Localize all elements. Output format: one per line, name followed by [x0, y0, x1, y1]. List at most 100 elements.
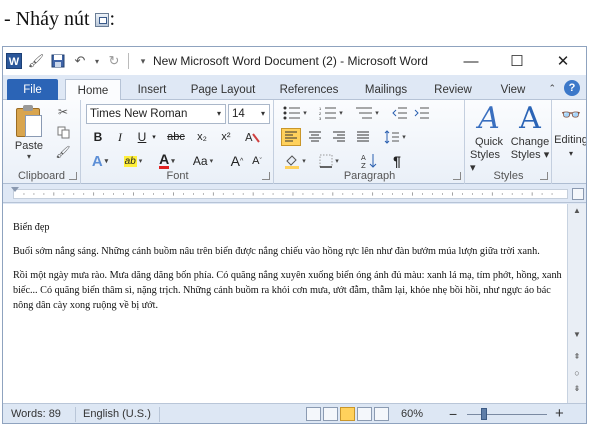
indent-marker-icon[interactable]: [11, 187, 19, 192]
language-indicator[interactable]: English (U.S.): [83, 408, 151, 420]
tab-references[interactable]: References: [271, 79, 347, 100]
align-right-button[interactable]: [329, 128, 349, 146]
sort-icon[interactable]: AZ: [359, 152, 379, 170]
show-formatting-button[interactable]: ¶: [387, 152, 407, 170]
align-center-button[interactable]: [305, 128, 325, 146]
paste-dropdown-icon[interactable]: ▾: [27, 152, 31, 161]
font-size-combo[interactable]: 14 ▾: [228, 104, 270, 124]
tab-insert[interactable]: Insert: [127, 79, 177, 100]
tab-review[interactable]: Review: [427, 79, 479, 100]
maximize-button[interactable]: ☐: [494, 47, 540, 75]
paragraph-launcher-icon[interactable]: [453, 172, 461, 180]
zoom-out-button[interactable]: −: [449, 406, 457, 422]
font-name-dropdown-icon[interactable]: ▾: [213, 105, 225, 123]
copy-icon[interactable]: [55, 124, 71, 140]
ruler-bar: [13, 189, 568, 199]
zoom-slider[interactable]: [467, 414, 547, 415]
font-launcher-icon[interactable]: [262, 172, 270, 180]
redo-icon[interactable]: ↻: [106, 53, 122, 69]
font-color-button[interactable]: A ▾: [154, 152, 180, 170]
vertical-scrollbar[interactable]: ▲ ▼ ⇞ ○ ⇟: [567, 204, 586, 403]
paste-button[interactable]: Paste ▾: [9, 103, 49, 161]
zoom-in-button[interactable]: +: [555, 405, 564, 422]
numbering-button[interactable]: 1 2 3 ▾: [315, 104, 347, 122]
save-icon[interactable]: [50, 53, 66, 69]
ribbon-tabs: File Home Insert Page Layout References …: [3, 76, 586, 101]
help-icon[interactable]: ?: [564, 80, 580, 96]
minimize-button[interactable]: —: [448, 47, 494, 75]
decrease-indent-icon[interactable]: [391, 104, 409, 122]
outline-view-icon[interactable]: [357, 407, 372, 421]
multilevel-list-button[interactable]: ▾: [351, 104, 383, 122]
underline-dropdown-icon[interactable]: ▾: [150, 128, 158, 146]
styles-launcher-icon[interactable]: [540, 172, 548, 180]
print-layout-view-icon[interactable]: [306, 407, 321, 421]
format-painter-icon[interactable]: 🖌: [55, 144, 71, 160]
status-separator: [159, 407, 160, 422]
previous-page-icon[interactable]: ⇞: [568, 350, 586, 364]
line-spacing-button[interactable]: ▾: [381, 128, 409, 146]
tab-home[interactable]: Home: [65, 79, 121, 101]
text-effects-label: A: [91, 152, 103, 170]
minimize-ribbon-icon[interactable]: ⌃: [548, 83, 556, 94]
undo-icon[interactable]: ↶: [72, 53, 88, 69]
bullets-button[interactable]: ▾: [279, 104, 311, 122]
word-count[interactable]: Words: 89: [11, 408, 61, 420]
quick-styles-button[interactable]: A Quick Styles ▾: [470, 102, 508, 175]
draft-view-icon[interactable]: [374, 407, 389, 421]
full-screen-reading-view-icon[interactable]: [323, 407, 338, 421]
underline-button[interactable]: U: [134, 128, 150, 146]
bold-button[interactable]: B: [90, 128, 106, 146]
scroll-up-icon[interactable]: ▲: [568, 204, 586, 218]
customize-qat-icon[interactable]: ▾: [135, 53, 151, 69]
justify-button[interactable]: [353, 128, 373, 146]
instruction-caption: - Nháy nút :: [4, 8, 115, 31]
format-painter-icon[interactable]: 🖌: [28, 53, 45, 69]
subscript-button[interactable]: x₂: [192, 128, 212, 146]
web-layout-view-icon[interactable]: [340, 407, 355, 421]
shading-button[interactable]: ▾: [281, 152, 309, 170]
title-bar: W 🖌 ↶ ▾ ↻ ▾ New Microsoft Word Document …: [3, 47, 586, 75]
highlight-button[interactable]: ab ▾: [120, 152, 146, 170]
ruler-toggle-icon[interactable]: [572, 188, 584, 200]
next-page-icon[interactable]: ⇟: [568, 382, 586, 396]
qat-separator: [128, 53, 129, 69]
font-name-combo[interactable]: Times New Roman ▾: [86, 104, 226, 124]
select-browse-object-icon[interactable]: ○: [568, 366, 586, 380]
increase-indent-icon[interactable]: [413, 104, 431, 122]
font-size-dropdown-icon[interactable]: ▾: [257, 105, 269, 123]
undo-dropdown-icon[interactable]: ▾: [94, 53, 100, 69]
zoom-slider-knob[interactable]: [481, 408, 487, 420]
help-area: ⌃ ?: [548, 80, 580, 96]
zoom-level[interactable]: 60%: [401, 408, 423, 420]
tab-mailings[interactable]: Mailings: [355, 79, 417, 100]
text-effects-button[interactable]: A ▾: [88, 152, 112, 170]
document-page[interactable]: Biển đẹp Buổi sớm nắng sáng. Những cánh …: [3, 204, 568, 403]
cut-icon[interactable]: ✂: [55, 104, 71, 120]
editing-button[interactable]: 👓 Editing ▾: [553, 102, 587, 160]
italic-button[interactable]: I: [112, 128, 128, 146]
change-case-button[interactable]: Aa ▾: [188, 152, 218, 170]
editing-group: 👓 Editing ▾: [553, 100, 587, 184]
superscript-button[interactable]: x²: [216, 128, 236, 146]
borders-button[interactable]: ▾: [315, 152, 343, 170]
document-paragraph-2: Rồi một ngày mưa rào. Mưa dăng dăng bốn …: [13, 270, 562, 311]
tab-view[interactable]: View: [491, 79, 535, 100]
grow-font-button[interactable]: A ^: [228, 152, 246, 170]
strikethrough-button[interactable]: abc: [164, 128, 188, 146]
styles-group-label: Styles: [493, 170, 524, 182]
editing-label: Editing: [554, 134, 587, 146]
scroll-down-icon[interactable]: ▼: [568, 328, 586, 342]
document-body[interactable]: Biển đẹp Buổi sớm nắng sáng. Những cánh …: [13, 220, 563, 322]
word-app-icon[interactable]: W: [6, 53, 22, 69]
shrink-font-button[interactable]: Aˇ: [248, 152, 266, 170]
align-left-button[interactable]: [281, 128, 301, 146]
tab-file[interactable]: File: [7, 79, 58, 100]
clear-formatting-icon[interactable]: A: [242, 128, 262, 146]
tab-page-layout[interactable]: Page Layout: [183, 79, 263, 100]
horizontal-ruler[interactable]: [3, 185, 586, 203]
change-styles-button[interactable]: A Change Styles ▾: [510, 102, 550, 162]
ribbon: Paste ▾ ✂ 🖌 Clipboard Times New Roman ▾ …: [3, 100, 586, 184]
clipboard-launcher-icon[interactable]: [69, 172, 77, 180]
close-button[interactable]: ✕: [540, 47, 586, 75]
